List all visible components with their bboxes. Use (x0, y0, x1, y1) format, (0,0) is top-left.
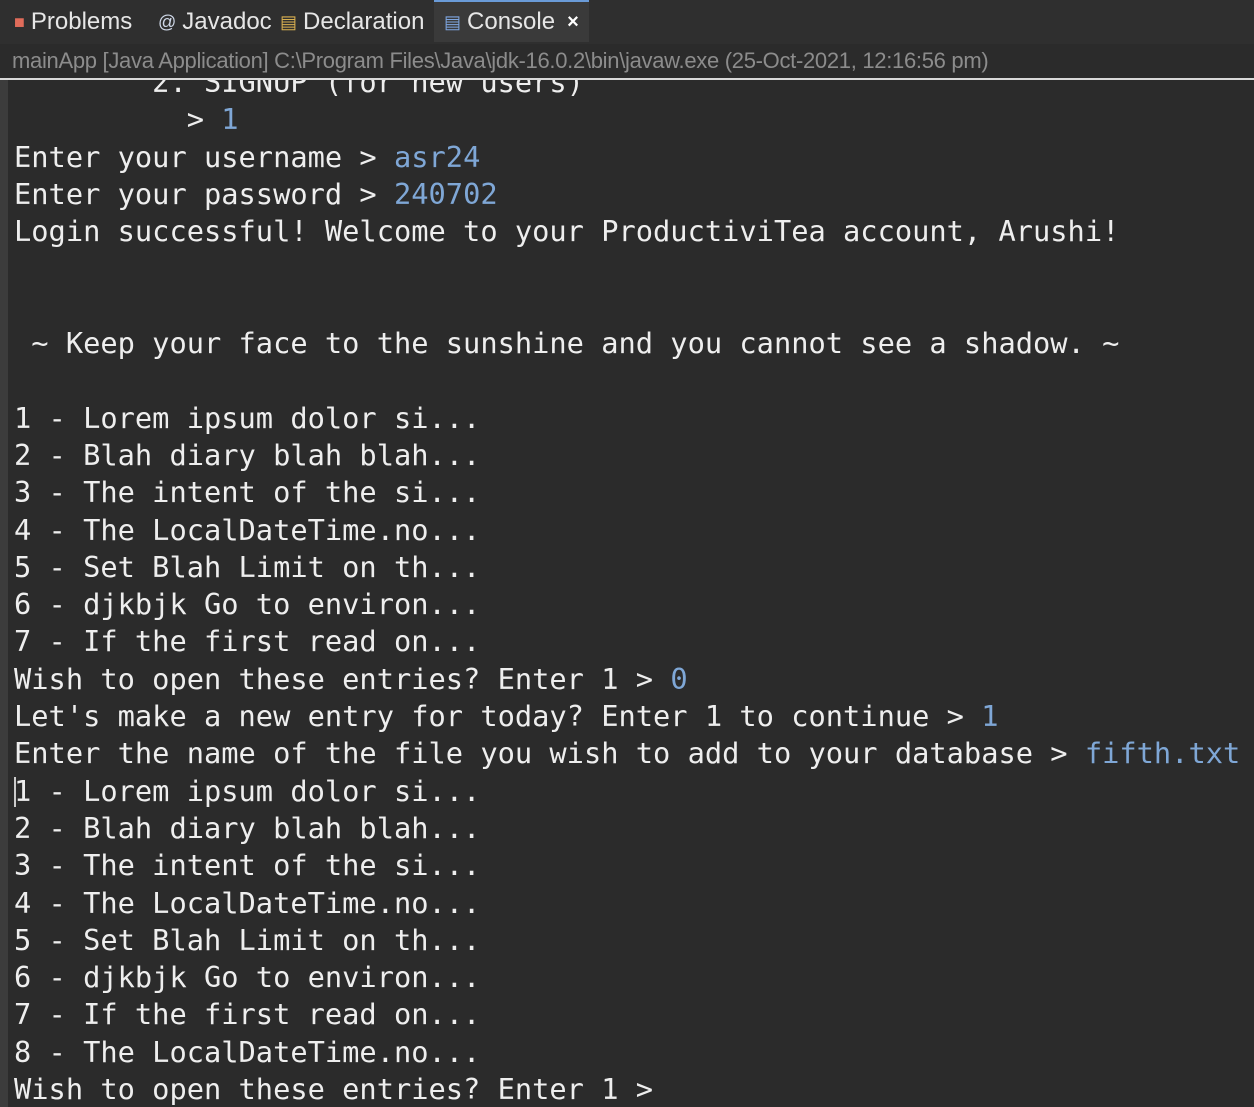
console-output-text: 7 - If the first read on... (14, 624, 481, 659)
console-line: 6 - djkbjk Go to environ... (14, 959, 1254, 996)
eclipse-console-view: 2. SIGNUP (for new users) > 1 Enter your … (0, 0, 1254, 1107)
declaration-icon: ▤ (280, 12, 298, 32)
console-line: Wish to open these entries? Enter 1 > (14, 1071, 1254, 1107)
console-output-text: 6 - djkbjk Go to environ... (14, 960, 481, 995)
console-line: 3 - The intent of the si... (14, 474, 1254, 511)
console-line: 1 - Lorem ipsum dolor si... (14, 773, 1254, 810)
console-line: 4 - The LocalDateTime.no... (14, 512, 1254, 549)
text-cursor (14, 776, 16, 807)
console-line: 4 - The LocalDateTime.no... (14, 885, 1254, 922)
console-line: 8 - The LocalDateTime.no... (14, 1034, 1254, 1071)
tab-console[interactable]: ▤ Console × (434, 0, 589, 42)
console-output-text: 5 - Set Blah Limit on th... (14, 922, 481, 957)
console-output-text: 4 - The LocalDateTime.no... (14, 512, 481, 547)
console-line: 6 - djkbjk Go to environ... (14, 586, 1254, 623)
console-output-text: 6 - djkbjk Go to environ... (14, 587, 481, 622)
console-line: Enter your password > 240702 (14, 176, 1254, 213)
problems-icon: ■ (14, 12, 25, 32)
console-output-text: 5 - Set Blah Limit on th... (14, 549, 481, 584)
console-line: ~ Keep your face to the sunshine and you… (14, 325, 1254, 362)
console-line: Wish to open these entries? Enter 1 > 0 (14, 661, 1254, 698)
console-output-text: ~ Keep your face to the sunshine and you… (14, 326, 1120, 361)
console-output-text: 1 - Lorem ipsum dolor si... (14, 400, 481, 435)
console-line: 5 - Set Blah Limit on th... (14, 922, 1254, 959)
console-line: > 1 (14, 101, 1254, 138)
console-output-text: Wish to open these entries? Enter 1 > (14, 1072, 671, 1107)
console-output-text: 1 - Lorem ipsum dolor si... (14, 773, 481, 808)
console-user-input: 0 (670, 661, 688, 696)
console-output-text: Wish to open these entries? Enter 1 > (14, 661, 671, 696)
console-left-gutter (0, 80, 8, 1107)
console-line: Enter the name of the file you wish to a… (14, 735, 1254, 772)
tab-label: Problems (30, 8, 133, 35)
console-output-text: 7 - If the first read on... (14, 997, 481, 1032)
tab-label: Javadoc (182, 8, 272, 35)
console-output-text: Enter the name of the file you wish to a… (14, 736, 1085, 771)
console-user-input: 1 (221, 102, 239, 137)
console-output-area[interactable]: 2. SIGNUP (for new users) > 1 Enter your … (0, 80, 1254, 1107)
javadoc-icon: @ (158, 12, 177, 32)
console-line: 2 - Blah diary blah blah... (14, 437, 1254, 474)
console-line: Let's make a new entry for today? Enter … (14, 698, 1254, 735)
console-output-text: 3 - The intent of the si... (14, 848, 481, 883)
console-line: 5 - Set Blah Limit on th... (14, 549, 1254, 586)
console-line: 7 - If the first read on... (14, 623, 1254, 660)
console-line: 1 - Lorem ipsum dolor si... (14, 400, 1254, 437)
view-tab-bar: ■ Problems @ Javadoc ▤ Declaration ▤ Con… (0, 0, 1254, 44)
tab-declaration[interactable]: ▤ Declaration (280, 0, 424, 44)
console-text[interactable]: 2. SIGNUP (for new users) > 1 Enter your … (14, 80, 1254, 1107)
console-output-text: 2 - Blah diary blah blah... (14, 810, 481, 845)
tab-label: Declaration (303, 8, 425, 35)
console-output-text: 2. SIGNUP (for new users) (14, 80, 584, 99)
console-output-text: Login successful! Welcome to your Produc… (14, 214, 1120, 249)
console-line: Login successful! Welcome to your Produc… (14, 213, 1254, 250)
console-user-input: asr24 (393, 139, 481, 174)
console-line: 2 - Blah diary blah blah... (14, 810, 1254, 847)
tab-problems[interactable]: ■ Problems (14, 0, 132, 44)
console-output-text: 8 - The LocalDateTime.no... (14, 1034, 481, 1069)
console-icon: ▤ (444, 12, 462, 32)
console-output-text: Let's make a new entry for today? Enter … (14, 699, 982, 734)
tab-label: Console (467, 8, 556, 35)
console-line: 7 - If the first read on... (14, 996, 1254, 1033)
console-output-text: Enter your username > (14, 139, 394, 174)
console-user-input: 1 (981, 699, 999, 734)
console-user-input: fifth.txt (1084, 736, 1241, 771)
console-output-text: Enter your password > (14, 176, 394, 211)
process-info-line: mainApp [Java Application] C:\Program Fi… (0, 44, 1254, 80)
close-icon[interactable]: × (567, 11, 579, 34)
console-line: 3 - The intent of the si... (14, 847, 1254, 884)
console-line: Enter your username > asr24 (14, 139, 1254, 176)
tab-javadoc[interactable]: @ Javadoc (158, 0, 272, 44)
console-output-text: 3 - The intent of the si... (14, 475, 481, 510)
console-line: 2. SIGNUP (for new users) (14, 80, 1254, 101)
console-output-text: 4 - The LocalDateTime.no... (14, 885, 481, 920)
console-user-input: 240702 (393, 176, 498, 211)
console-output-text: 2 - Blah diary blah blah... (14, 437, 481, 472)
console-output-text: > (14, 102, 222, 137)
